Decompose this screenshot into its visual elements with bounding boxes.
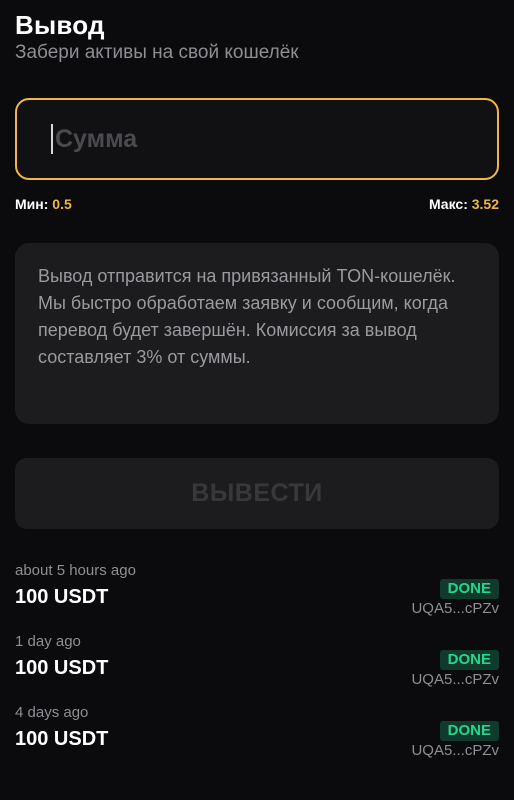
amount-limits: Мин: 0.5 Макс: 3.52 bbox=[15, 196, 499, 212]
page-subtitle: Забери активы на свой кошелёк bbox=[15, 42, 299, 63]
history-item: 4 days ago 100 USDT DONE UQA5...cPZv bbox=[15, 704, 499, 775]
max-limit: Макс: 3.52 bbox=[429, 196, 499, 212]
status-badge: DONE bbox=[439, 721, 499, 741]
history-address: UQA5...cPZv bbox=[411, 600, 499, 617]
amount-input[interactable] bbox=[53, 123, 457, 155]
status-badge: DONE bbox=[439, 579, 499, 599]
history-address: UQA5...cPZv bbox=[411, 671, 499, 688]
history-item: about 5 hours ago 100 USDT DONE UQA5...c… bbox=[15, 562, 499, 633]
min-value: 0.5 bbox=[52, 196, 72, 212]
info-card: Вывод отправится на привязанный TON-коше… bbox=[15, 243, 499, 424]
status-badge: DONE bbox=[439, 650, 499, 670]
withdraw-screen: Вывод Забери активы на свой кошелёк Мин:… bbox=[15, 10, 499, 775]
withdraw-history: about 5 hours ago 100 USDT DONE UQA5...c… bbox=[15, 562, 499, 775]
page-title: Вывод bbox=[15, 10, 105, 40]
history-time: about 5 hours ago bbox=[15, 562, 136, 579]
history-time: 1 day ago bbox=[15, 633, 81, 650]
withdraw-button[interactable]: ВЫВЕСТИ bbox=[15, 458, 499, 529]
max-value: 3.52 bbox=[471, 196, 499, 212]
history-status-block: DONE UQA5...cPZv bbox=[411, 579, 499, 618]
history-item: 1 day ago 100 USDT DONE UQA5...cPZv bbox=[15, 633, 499, 704]
amount-field[interactable] bbox=[15, 98, 499, 180]
info-text: Вывод отправится на привязанный TON-коше… bbox=[38, 266, 456, 367]
min-limit: Мин: 0.5 bbox=[15, 196, 72, 212]
history-status-block: DONE UQA5...cPZv bbox=[411, 721, 499, 760]
max-label: Макс: bbox=[428, 196, 468, 212]
history-time: 4 days ago bbox=[15, 704, 89, 721]
history-status-block: DONE UQA5...cPZv bbox=[411, 650, 499, 689]
history-address: UQA5...cPZv bbox=[411, 742, 499, 759]
min-label: Мин: bbox=[15, 196, 49, 212]
